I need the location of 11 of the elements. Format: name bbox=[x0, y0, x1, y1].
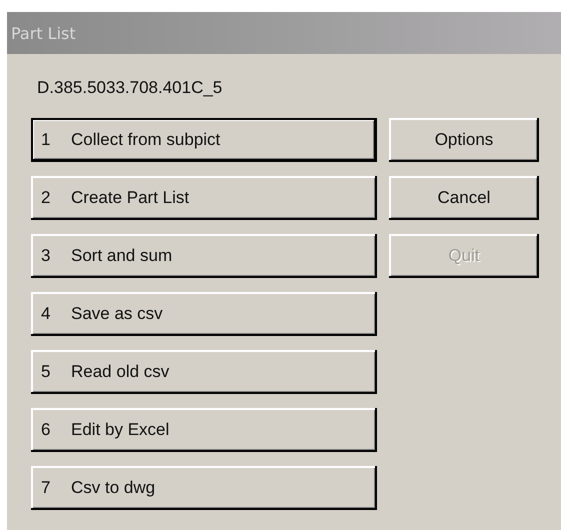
step-button[interactable]: 1 Collect from subpict bbox=[31, 118, 377, 162]
step-button[interactable]: 4 Save as csv bbox=[31, 292, 377, 336]
window-title: Part List bbox=[11, 24, 76, 42]
drawing-number: D.385.5033.708.401C_5 bbox=[37, 78, 222, 98]
step-button[interactable]: 2 Create Part List bbox=[31, 176, 377, 220]
step-button[interactable]: 5 Read old csv bbox=[31, 350, 377, 394]
step-button[interactable]: 6 Edit by Excel bbox=[31, 408, 377, 452]
step-button[interactable]: 7 Csv to dwg bbox=[31, 466, 377, 510]
dialog-button[interactable]: Cancel bbox=[389, 176, 539, 220]
step-button[interactable]: 3 Sort and sum bbox=[31, 234, 377, 278]
dialog-button[interactable]: Options bbox=[389, 118, 539, 162]
